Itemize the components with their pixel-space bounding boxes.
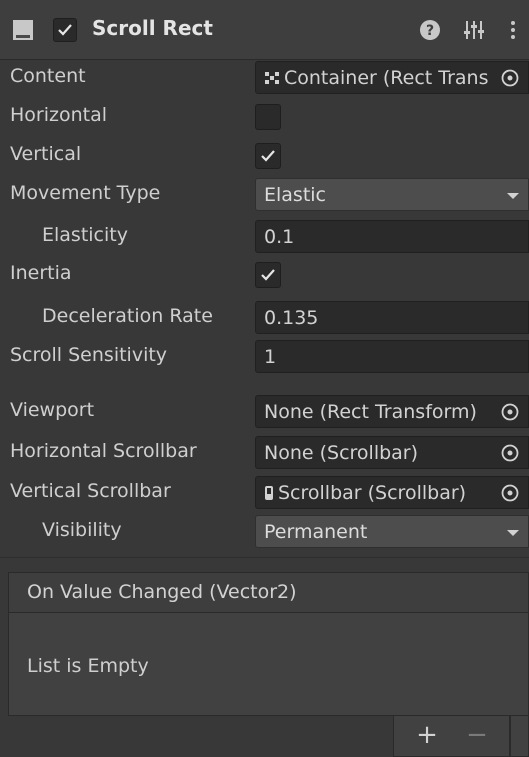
- event-list-footer: + −: [393, 716, 529, 757]
- object-picker-icon[interactable]: [500, 443, 520, 463]
- vertical-scrollbar-field[interactable]: Scrollbar (Scrollbar): [255, 476, 529, 509]
- dropdown-arrow-icon: [507, 193, 519, 199]
- vertical-checkbox[interactable]: [255, 143, 281, 169]
- visibility-row: Visibility Permanent: [0, 513, 529, 551]
- scroll-sensitivity-label: Scroll Sensitivity: [10, 344, 168, 366]
- horizontal-scrollbar-row: Horizontal Scrollbar None (Scrollbar): [0, 434, 529, 472]
- add-event-button[interactable]: +: [414, 722, 440, 748]
- horizontal-scrollbar-value: None (Scrollbar): [264, 442, 419, 464]
- horizontal-row: Horizontal: [0, 98, 529, 136]
- viewport-label: Viewport: [10, 399, 95, 421]
- visibility-value: Permanent: [264, 521, 368, 543]
- elasticity-input[interactable]: 0.1: [255, 220, 529, 253]
- vertical-scrollbar-label: Vertical Scrollbar: [10, 480, 171, 502]
- vertical-label: Vertical: [10, 143, 82, 165]
- scrollbar-component-icon: [265, 486, 273, 500]
- movement-type-label: Movement Type: [10, 182, 161, 204]
- scroll-sensitivity-input[interactable]: 1: [255, 340, 529, 373]
- dropdown-arrow-icon: [507, 530, 519, 536]
- help-icon[interactable]: ?: [418, 18, 442, 42]
- section-divider: [0, 557, 529, 558]
- scroll-sensitivity-row: Scroll Sensitivity 1: [0, 338, 529, 376]
- scrollrect-component-icon: [13, 20, 33, 40]
- object-picker-icon[interactable]: [500, 68, 520, 88]
- checkmark-icon: [261, 269, 275, 281]
- component-enabled-checkbox[interactable]: [53, 18, 77, 42]
- inertia-label: Inertia: [10, 262, 72, 284]
- elasticity-label: Elasticity: [42, 224, 128, 246]
- event-list[interactable]: List is Empty: [8, 612, 529, 716]
- event-title: On Value Changed (Vector2): [27, 581, 297, 603]
- vertical-row: Vertical: [0, 137, 529, 175]
- viewport-field[interactable]: None (Rect Transform): [255, 395, 529, 428]
- deceleration-rate-label: Deceleration Rate: [42, 305, 213, 327]
- horizontal-label: Horizontal: [10, 104, 108, 126]
- movement-type-dropdown[interactable]: Elastic: [255, 178, 529, 211]
- movement-type-value: Elastic: [264, 184, 327, 206]
- preset-sliders-icon[interactable]: [462, 18, 486, 42]
- vertical-scrollbar-row: Vertical Scrollbar Scrollbar (Scrollbar): [0, 474, 529, 512]
- component-title: Scroll Rect: [92, 16, 213, 40]
- object-picker-icon[interactable]: [500, 402, 520, 422]
- viewport-value: None (Rect Transform): [264, 401, 477, 423]
- on-value-changed-header: On Value Changed (Vector2): [8, 572, 529, 612]
- vertical-scrollbar-value: Scrollbar (Scrollbar): [278, 482, 467, 504]
- checkmark-icon: [58, 24, 72, 36]
- object-picker-icon[interactable]: [500, 483, 520, 503]
- content-value: Container (Rect Transform): [284, 67, 488, 89]
- horizontal-scrollbar-label: Horizontal Scrollbar: [10, 440, 197, 462]
- horizontal-checkbox[interactable]: [255, 104, 281, 130]
- footer-divider: [509, 716, 511, 757]
- viewport-row: Viewport None (Rect Transform): [0, 393, 529, 431]
- kebab-menu-icon[interactable]: [505, 18, 521, 42]
- inertia-row: Inertia: [0, 256, 529, 294]
- visibility-dropdown[interactable]: Permanent: [255, 515, 529, 548]
- component-header[interactable]: Scroll Rect ?: [0, 0, 529, 60]
- deceleration-rate-input[interactable]: 0.135: [255, 301, 529, 334]
- recttransform-icon: [265, 72, 279, 84]
- content-label: Content: [10, 65, 86, 87]
- visibility-label: Visibility: [42, 519, 122, 541]
- elasticity-row: Elasticity 0.1: [0, 218, 529, 256]
- horizontal-scrollbar-field[interactable]: None (Scrollbar): [255, 436, 529, 469]
- svg-text:?: ?: [426, 23, 434, 39]
- content-row: Content Container (Rect Transform): [0, 59, 529, 97]
- list-empty-text: List is Empty: [27, 655, 149, 677]
- inertia-checkbox[interactable]: [255, 262, 281, 288]
- movement-type-row: Movement Type Elastic: [0, 176, 529, 214]
- checkmark-icon: [261, 150, 275, 162]
- deceleration-rate-row: Deceleration Rate 0.135: [0, 299, 529, 337]
- remove-event-button[interactable]: −: [464, 722, 490, 748]
- content-field[interactable]: Container (Rect Transform): [255, 61, 529, 94]
